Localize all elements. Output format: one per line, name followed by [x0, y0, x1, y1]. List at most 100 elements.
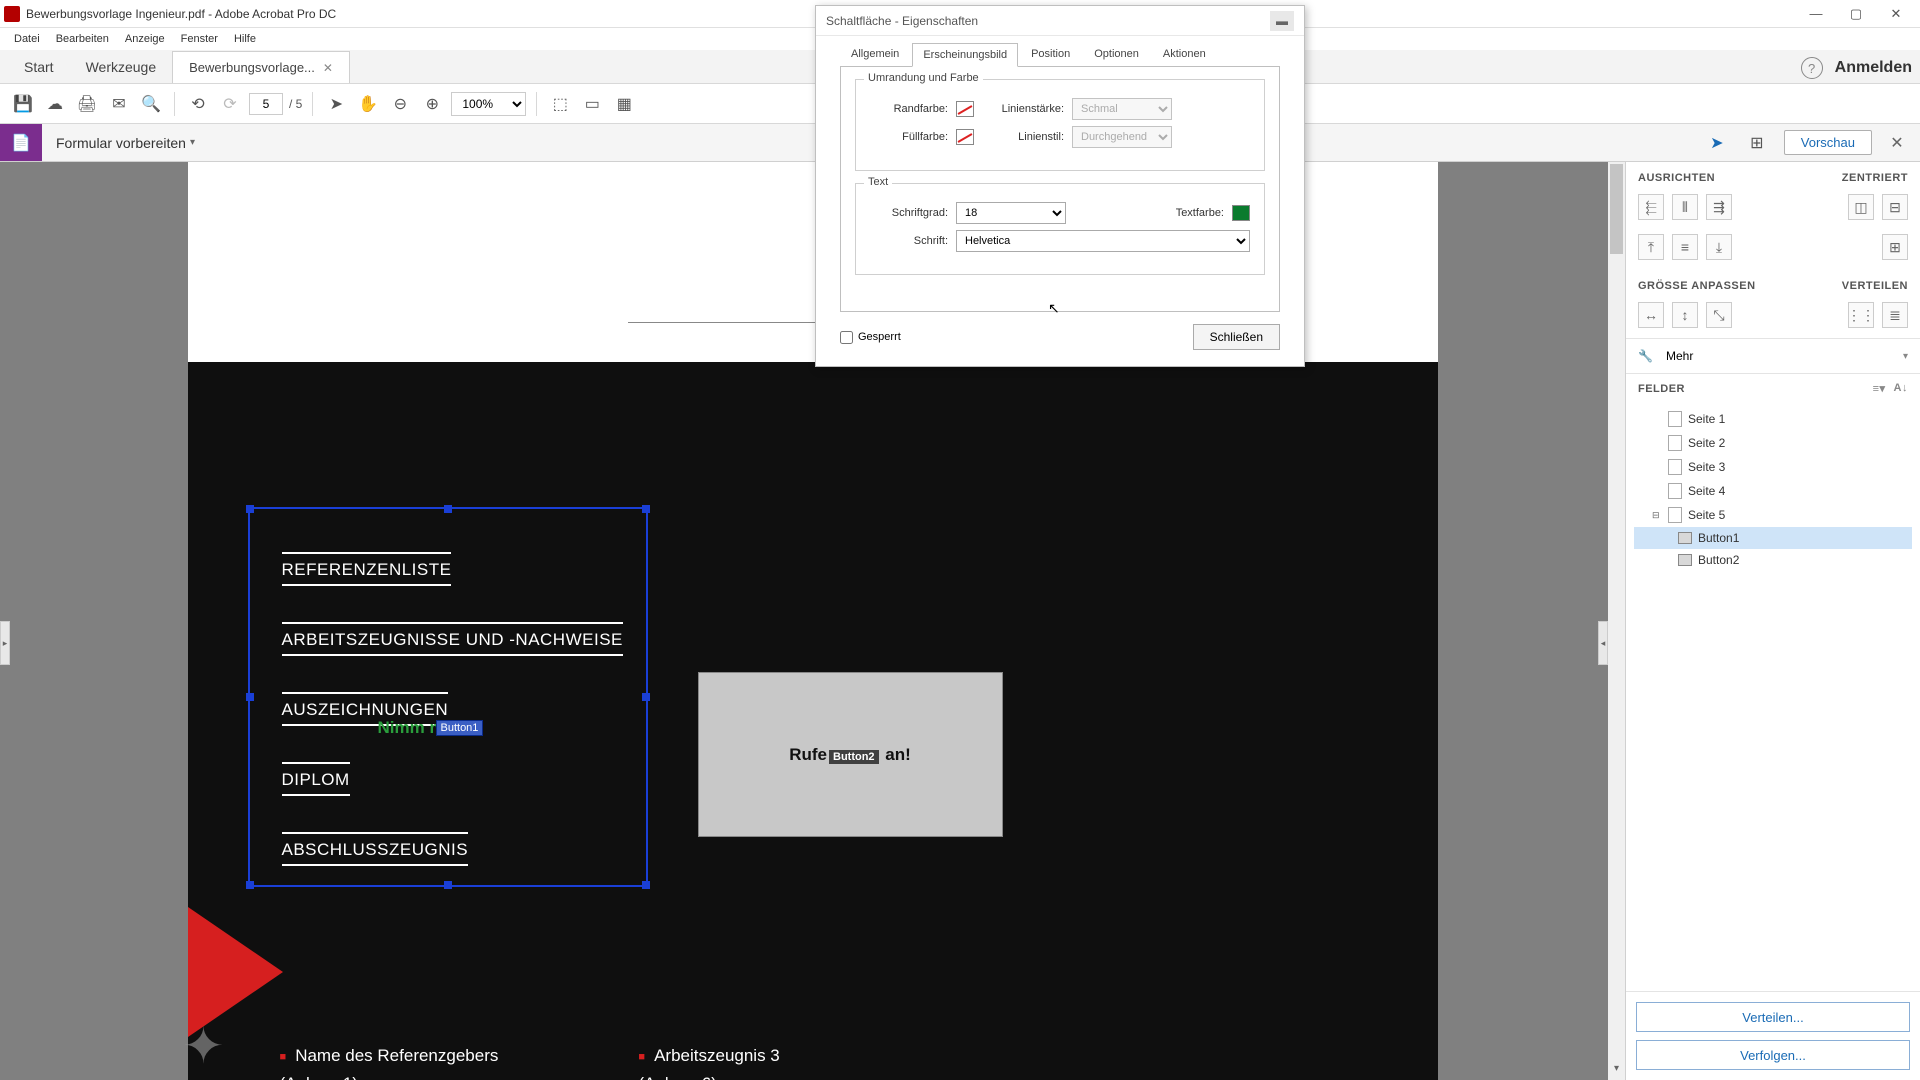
track-button[interactable]: Verfolgen... — [1636, 1040, 1910, 1070]
form-mode-dropdown[interactable]: Formular vorbereiten — [42, 124, 209, 161]
size-both-icon[interactable]: ⤡ — [1706, 302, 1732, 328]
vertical-scrollbar[interactable]: ▾ — [1608, 162, 1625, 1080]
center-h-icon[interactable]: ◫ — [1848, 194, 1874, 220]
text-color-swatch[interactable] — [1232, 205, 1250, 221]
page-count: / 5 — [289, 97, 302, 111]
preview-button[interactable]: Vorschau — [1784, 130, 1872, 155]
app-icon — [4, 6, 20, 22]
fill-color-swatch[interactable] — [956, 129, 974, 145]
font-select[interactable]: Helvetica — [956, 230, 1250, 252]
close-button[interactable]: ✕ — [1876, 2, 1916, 26]
tree-page[interactable]: Seite 1 — [1634, 407, 1912, 431]
size-height-icon[interactable]: ↕ — [1672, 302, 1698, 328]
scrollbar-thumb[interactable] — [1610, 164, 1623, 254]
search-icon[interactable]: 🔍 — [138, 91, 164, 117]
align-top-icon[interactable]: ⤒ — [1638, 234, 1664, 260]
prev-page-icon[interactable]: ⟲ — [185, 91, 211, 117]
more-dropdown[interactable]: 🔧 Mehr ▾ — [1626, 338, 1920, 374]
tab-document[interactable]: Bewerbungsvorlage... ✕ — [172, 51, 350, 83]
minimize-button[interactable]: — — [1796, 2, 1836, 26]
mail-icon[interactable]: ✉ — [106, 91, 132, 117]
scroll-down-icon[interactable]: ▾ — [1608, 1063, 1625, 1080]
size-width-icon[interactable]: ↔ — [1638, 302, 1664, 328]
button2-text-pre: Rufe — [789, 745, 827, 764]
select-tool-icon[interactable]: ➤ — [1704, 130, 1730, 156]
document-view[interactable]: ▸ REFERENZENLISTE ARBEITSZEUGNISSE UND -… — [0, 162, 1625, 1080]
dialog-tab-options[interactable]: Optionen — [1083, 42, 1150, 66]
help-icon[interactable]: ? — [1801, 57, 1823, 79]
hand-tool-icon[interactable]: ✋ — [355, 91, 381, 117]
bullet-sub: (Anlage 6) — [638, 1074, 779, 1080]
left-panel-toggle[interactable]: ▸ — [0, 621, 10, 665]
formbar-close-icon[interactable]: ✕ — [1886, 132, 1908, 154]
zoom-in-icon[interactable]: ⊕ — [419, 91, 445, 117]
save-icon[interactable]: 💾 — [10, 91, 36, 117]
more-label: Mehr — [1666, 349, 1693, 363]
tab-tools[interactable]: Werkzeuge — [70, 51, 173, 83]
dialog-tab-general[interactable]: Allgemein — [840, 42, 910, 66]
center-both-icon[interactable]: ⊞ — [1882, 234, 1908, 260]
tree-page[interactable]: Seite 3 — [1634, 455, 1912, 479]
az-sort-icon[interactable]: A↓ — [1894, 382, 1908, 395]
tab-close-icon[interactable]: ✕ — [323, 61, 333, 75]
tree-field-button2[interactable]: Button2 — [1634, 549, 1912, 571]
menu-window[interactable]: Fenster — [173, 30, 226, 48]
dialog-tab-actions[interactable]: Aktionen — [1152, 42, 1217, 66]
watermark-icon — [183, 1017, 243, 1077]
distribute-h-icon[interactable]: ⋮⋮ — [1848, 302, 1874, 328]
sort-icon[interactable]: ≡▾ — [1873, 382, 1886, 395]
list-item: ABSCHLUSSZEUGNIS — [282, 832, 469, 866]
chevron-down-icon: ▾ — [1903, 351, 1908, 362]
line-style-select: Durchgehend — [1072, 126, 1172, 148]
menu-help[interactable]: Hilfe — [226, 30, 264, 48]
fields-label: FELDER — [1638, 383, 1685, 395]
center-v-icon[interactable]: ⊟ — [1882, 194, 1908, 220]
maximize-button[interactable]: ▢ — [1836, 2, 1876, 26]
page-display-icon[interactable]: ▦ — [611, 91, 637, 117]
font-label: Schrift: — [870, 235, 948, 247]
zoom-select[interactable]: 100% — [451, 92, 526, 116]
tree-page[interactable]: ⊟Seite 5 — [1634, 503, 1912, 527]
zoom-out-icon[interactable]: ⊖ — [387, 91, 413, 117]
cloud-icon[interactable]: ☁ — [42, 91, 68, 117]
line-weight-select: Schmal — [1072, 98, 1172, 120]
tree-page[interactable]: Seite 2 — [1634, 431, 1912, 455]
font-size-select[interactable]: 18 — [956, 202, 1066, 224]
next-page-icon[interactable]: ⟳ — [217, 91, 243, 117]
tree-field-button1[interactable]: Button1 — [1634, 527, 1912, 549]
align-left-icon[interactable]: ⬱ — [1638, 194, 1664, 220]
list-item: DIPLOM — [282, 762, 350, 796]
group-border-label: Umrandung und Farbe — [864, 72, 983, 84]
pointer-tool-icon[interactable]: ➤ — [323, 91, 349, 117]
tab-start[interactable]: Start — [8, 51, 70, 83]
distribute-v-icon[interactable]: ≣ — [1882, 302, 1908, 328]
section-align: AUSRICHTEN — [1638, 172, 1715, 184]
form-mode-icon: 📄 — [0, 124, 42, 161]
fields-tree: Seite 1 Seite 2 Seite 3 Seite 4 ⊟Seite 5… — [1626, 403, 1920, 991]
bullet-text: Name des Referenzgebers — [280, 1046, 499, 1066]
fit-page-icon[interactable]: ▭ — [579, 91, 605, 117]
login-link[interactable]: Anmelden — [1835, 59, 1912, 77]
align-right-icon[interactable]: ⇶ — [1706, 194, 1732, 220]
button1-field-tag[interactable]: Button1 — [436, 720, 484, 736]
dialog-tab-appearance[interactable]: Erscheinungsbild — [912, 43, 1018, 67]
button2-field[interactable]: RufeButton2 an! — [698, 672, 1003, 837]
align-middle-icon[interactable]: ≡ — [1672, 234, 1698, 260]
menu-edit[interactable]: Bearbeiten — [48, 30, 117, 48]
dialog-tab-position[interactable]: Position — [1020, 42, 1081, 66]
dialog-close-button[interactable]: Schließen — [1193, 324, 1280, 350]
page-input[interactable] — [249, 93, 283, 115]
distribute-button[interactable]: Verteilen... — [1636, 1002, 1910, 1032]
align-bottom-icon[interactable]: ⤓ — [1706, 234, 1732, 260]
textfield-tool-icon[interactable]: ⊞ — [1744, 130, 1770, 156]
print-icon[interactable]: 🖨 — [74, 91, 100, 117]
menu-file[interactable]: Datei — [6, 30, 48, 48]
dialog-close-icon[interactable]: ▬ — [1270, 11, 1294, 31]
fit-width-icon[interactable]: ⬚ — [547, 91, 573, 117]
menu-view[interactable]: Anzeige — [117, 30, 173, 48]
border-color-swatch[interactable] — [956, 101, 974, 117]
tree-page[interactable]: Seite 4 — [1634, 479, 1912, 503]
align-center-h-icon[interactable]: ⫴ — [1672, 194, 1698, 220]
locked-checkbox[interactable] — [840, 331, 853, 344]
right-panel-toggle[interactable]: ◂ — [1598, 621, 1608, 665]
